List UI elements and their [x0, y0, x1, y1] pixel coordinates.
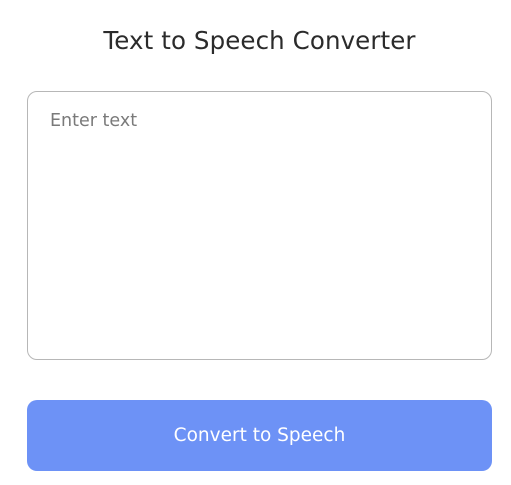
page-title: Text to Speech Converter	[103, 26, 416, 55]
convert-to-speech-button[interactable]: Convert to Speech	[27, 400, 492, 471]
text-input[interactable]	[27, 91, 492, 360]
tts-app: Text to Speech Converter Convert to Spee…	[0, 0, 511, 485]
